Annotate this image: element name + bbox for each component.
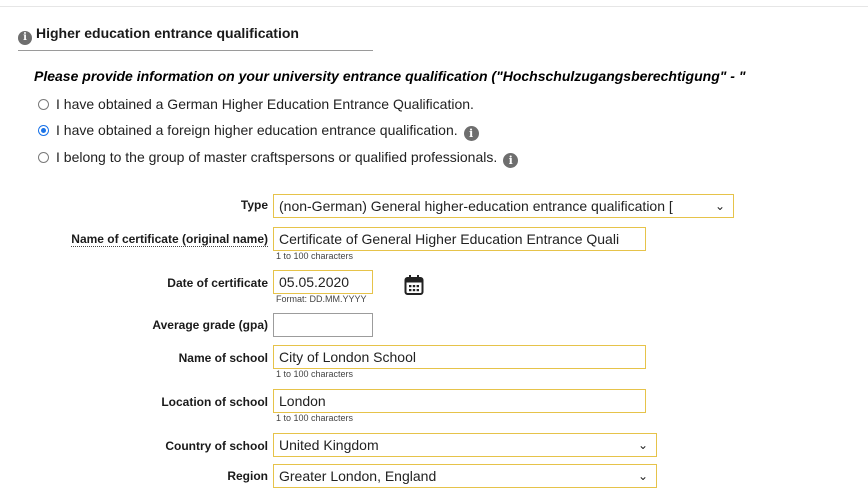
type-label: Type [240, 198, 268, 212]
school-country-label: Country of school [165, 439, 268, 453]
section-header: i Higher education entrance qualification [18, 22, 373, 51]
radio-button[interactable] [38, 152, 49, 163]
radio-label: I belong to the group of master craftspe… [56, 149, 498, 165]
region-label: Region [227, 469, 268, 483]
school-name-input[interactable]: City of London School [273, 345, 646, 369]
info-icon[interactable]: i [503, 153, 519, 168]
radio-option-craftsperson[interactable]: I belong to the group of master craftspe… [38, 147, 519, 168]
calendar-icon[interactable] [404, 274, 424, 296]
radio-label: I have obtained a foreign higher educati… [56, 122, 458, 138]
radio-button-selected[interactable] [38, 125, 49, 136]
school-country-value: United Kingdom [279, 437, 379, 453]
info-icon: i [18, 31, 32, 45]
average-grade-label: Average grade (gpa) [152, 318, 268, 332]
region-value: Greater London, England [279, 468, 437, 484]
type-value: (non-German) General higher-education en… [279, 198, 673, 214]
chevron-down-icon: ⌄ [714, 199, 725, 213]
chevron-down-icon: ⌄ [637, 438, 648, 452]
school-name-label: Name of school [178, 351, 268, 365]
average-grade-input[interactable] [273, 313, 373, 337]
chevron-down-icon: ⌄ [637, 469, 648, 483]
certificate-name-label: Name of certificate (original name) [71, 232, 268, 247]
certificate-name-hint: 1 to 100 characters [276, 251, 354, 261]
certificate-date-label: Date of certificate [167, 276, 268, 290]
school-name-hint: 1 to 100 characters [276, 369, 354, 379]
school-location-label: Location of school [161, 395, 268, 409]
school-country-select[interactable]: United Kingdom ⌄ [273, 433, 657, 457]
section-title: Higher education entrance qualification [36, 25, 299, 41]
certificate-date-input[interactable]: 05.05.2020 [273, 270, 373, 294]
school-location-input[interactable]: London [273, 389, 646, 413]
info-icon[interactable]: i [463, 126, 479, 141]
certificate-date-hint: Format: DD.MM.YYYY [276, 294, 367, 304]
radio-option-foreign[interactable]: I have obtained a foreign higher educati… [38, 120, 479, 141]
top-divider [0, 6, 868, 7]
radio-option-german[interactable]: I have obtained a German Higher Educatio… [38, 94, 474, 114]
region-select[interactable]: Greater London, England ⌄ [273, 464, 657, 488]
radio-button[interactable] [38, 99, 49, 110]
certificate-name-input[interactable]: Certificate of General Higher Education … [273, 227, 646, 251]
intro-text: Please provide information on your unive… [34, 68, 746, 84]
radio-label: I have obtained a German Higher Educatio… [56, 96, 474, 112]
type-select[interactable]: (non-German) General higher-education en… [273, 194, 734, 218]
school-location-hint: 1 to 100 characters [276, 413, 354, 423]
